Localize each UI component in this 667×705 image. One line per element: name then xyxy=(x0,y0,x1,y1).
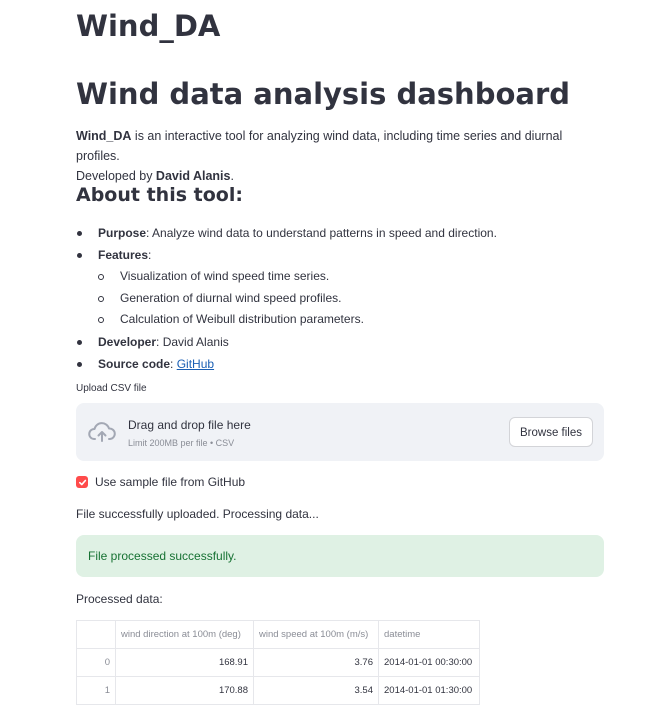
header-wind-direction[interactable]: wind direction at 100m (deg) xyxy=(116,621,254,648)
file-dropzone[interactable]: Drag and drop file here Limit 200MB per … xyxy=(76,403,604,461)
list-item-purpose: Purpose: Analyze wind data to understand… xyxy=(76,222,497,244)
cell-datetime[interactable]: 2014-01-01 01:30:00 xyxy=(379,677,477,704)
intro-paragraph: Wind_DA is an interactive tool for analy… xyxy=(76,126,604,186)
about-heading: About this tool: xyxy=(76,184,243,206)
sample-file-checkbox-row[interactable]: Use sample file from GitHub xyxy=(76,475,245,489)
cell-wind-speed[interactable]: 3.54 xyxy=(254,677,379,704)
app-title: Wind_DA xyxy=(76,9,221,43)
intro-developer: David Alanis xyxy=(155,169,231,183)
header-index xyxy=(77,621,116,648)
feature-item: Calculation of Weibull distribution para… xyxy=(98,309,497,331)
about-list: Purpose: Analyze wind data to understand… xyxy=(76,222,497,375)
browse-files-button[interactable]: Browse files xyxy=(509,417,593,447)
header-datetime[interactable]: datetime xyxy=(379,621,477,648)
upload-status-text: File successfully uploaded. Processing d… xyxy=(76,507,319,521)
table-header-row: wind direction at 100m (deg) wind speed … xyxy=(77,621,479,649)
sample-file-checkbox[interactable] xyxy=(76,476,88,488)
list-item-developer: Developer: David Alanis xyxy=(76,331,497,353)
data-table[interactable]: wind direction at 100m (deg) wind speed … xyxy=(76,620,480,705)
features-sublist: Visualization of wind speed time series.… xyxy=(98,266,497,331)
cell-wind-direction[interactable]: 170.88 xyxy=(116,677,254,704)
developer-label: Developer xyxy=(98,334,157,349)
row-index: 1 xyxy=(77,677,116,704)
developer-text: : David Alanis xyxy=(156,334,229,349)
upload-label: Upload CSV file xyxy=(76,383,147,394)
success-alert: File processed successfully. xyxy=(76,535,604,577)
cloud-upload-icon xyxy=(88,422,116,442)
cell-datetime[interactable]: 2014-01-01 00:30:00 xyxy=(379,649,477,676)
cell-wind-direction[interactable]: 168.91 xyxy=(116,649,254,676)
github-link[interactable]: GitHub xyxy=(177,357,214,371)
feature-item: Generation of diurnal wind speed profile… xyxy=(98,288,497,310)
success-alert-text: File processed successfully. xyxy=(88,549,237,563)
purpose-text: : Analyze wind data to understand patter… xyxy=(146,226,497,240)
header-wind-speed[interactable]: wind speed at 100m (m/s) xyxy=(254,621,379,648)
intro-developed-prefix: Developed by xyxy=(76,169,156,183)
sample-file-label: Use sample file from GitHub xyxy=(95,475,246,489)
list-item-source: Source code: GitHub xyxy=(76,353,497,375)
features-suffix: : xyxy=(148,248,152,262)
intro-description: is an interactive tool for analyzing win… xyxy=(76,129,563,163)
checkmark-icon xyxy=(78,479,86,485)
source-sep: : xyxy=(170,356,177,371)
dropzone-limit: Limit 200MB per file • CSV xyxy=(128,438,235,448)
intro-developed-suffix: . xyxy=(230,169,234,183)
list-item-features: Features: Visualization of wind speed ti… xyxy=(76,244,497,331)
processed-data-label: Processed data: xyxy=(76,592,163,606)
dropzone-instruction: Drag and drop file here xyxy=(128,418,251,432)
intro-app-name: Wind_DA xyxy=(76,129,132,143)
feature-item: Visualization of wind speed time series. xyxy=(98,266,497,288)
features-label: Features xyxy=(98,248,149,262)
purpose-label: Purpose xyxy=(98,226,147,240)
row-index: 0 xyxy=(77,649,116,676)
source-label: Source code xyxy=(98,356,171,371)
page-title: Wind data analysis dashboard xyxy=(76,77,571,111)
table-row[interactable]: 0 168.91 3.76 2014-01-01 00:30:00 xyxy=(77,649,479,677)
cell-wind-speed[interactable]: 3.76 xyxy=(254,649,379,676)
